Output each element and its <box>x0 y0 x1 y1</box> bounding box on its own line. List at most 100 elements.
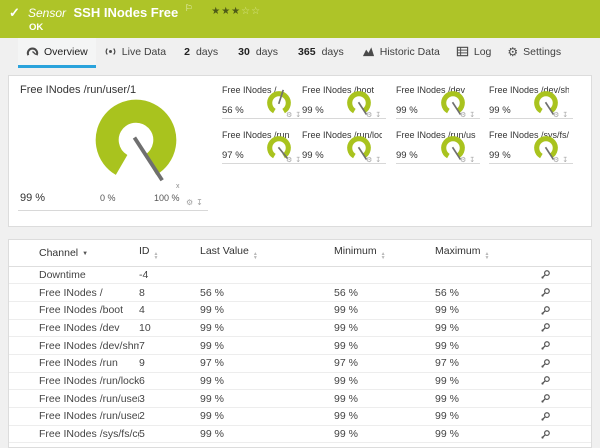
gauge-settings-icon[interactable]: ⚙ <box>460 157 466 164</box>
channel-row[interactable]: Free INodes /dev 10 99 % 99 % 99 % <box>9 319 591 337</box>
gauge-value: 56 % <box>222 105 244 116</box>
tab-number: 2 <box>184 46 190 58</box>
primary-gauge-tile[interactable]: Free INodes /run/user/1 99 % 0 % 100 % x… <box>18 83 208 218</box>
gauge-pin-icon[interactable]: ↧ <box>562 112 568 119</box>
small-gauge-tile[interactable]: Free INodes /run 97 % ⚙ ↧ <box>222 130 308 172</box>
channel-settings-wrench-icon[interactable] <box>540 322 551 333</box>
priority-star[interactable]: ☆ <box>241 6 251 17</box>
channel-settings-wrench-icon[interactable] <box>540 358 551 369</box>
cell-id: 3 <box>139 390 200 408</box>
channel-settings-wrench-icon[interactable] <box>540 269 551 280</box>
channel-settings-wrench-icon[interactable] <box>540 287 551 298</box>
tab-log[interactable]: Log <box>448 38 500 68</box>
settings-icon: ⚙ <box>507 46 518 58</box>
gauge-pin-icon[interactable]: ↧ <box>295 112 301 119</box>
channel-settings-wrench-icon[interactable] <box>540 305 551 316</box>
gauge-settings-icon[interactable]: ⚙ <box>186 199 193 207</box>
gauge-settings-icon[interactable]: ⚙ <box>366 112 372 119</box>
gauge-pin-icon[interactable]: ↧ <box>469 157 475 164</box>
column-header-channel[interactable]: Channel▼ <box>9 240 139 266</box>
gauge-settings-icon[interactable]: ⚙ <box>286 112 292 119</box>
small-gauge-tile[interactable]: Free INodes / 56 % ⚙ ↧ <box>222 85 308 127</box>
column-header-last-value[interactable]: Last Value▲▼ <box>200 240 334 266</box>
channel-settings-wrench-icon[interactable] <box>540 375 551 386</box>
cell-maximum: 99 % <box>435 390 532 408</box>
priority-star[interactable]: ★ <box>221 6 231 17</box>
channel-row[interactable]: Free INodes /run 9 97 % 97 % 97 % <box>9 354 591 372</box>
channel-row[interactable]: Free INodes /sys/fs/cgr... 5 99 % 99 % 9… <box>9 425 591 443</box>
cell-channel: Free INodes / <box>9 284 139 302</box>
channel-settings-wrench-icon[interactable] <box>540 429 551 440</box>
gauge-pin-icon[interactable]: ↧ <box>375 112 381 119</box>
sensor-kind-label: Sensor <box>28 6 66 20</box>
tab-label: days <box>322 46 344 58</box>
column-label: Maximum <box>435 245 481 257</box>
gauge-pin-icon[interactable]: ↧ <box>562 157 568 164</box>
gauge-settings-icon[interactable]: ⚙ <box>460 112 466 119</box>
channel-settings-wrench-icon[interactable] <box>540 411 551 422</box>
priority-star[interactable]: ★ <box>231 6 241 17</box>
cell-actions <box>532 319 591 337</box>
cell-minimum: 99 % <box>334 301 435 319</box>
gauge-pin-icon[interactable]: ↧ <box>295 157 301 164</box>
small-gauge-tile[interactable]: Free INodes /dev/shm 99 % ⚙ ↧ <box>489 85 575 127</box>
gauge-pin-icon[interactable]: ↧ <box>469 112 475 119</box>
channel-row[interactable]: Free INodes /dev/shm 7 99 % 99 % 99 % <box>9 337 591 355</box>
channel-row[interactable]: Free INodes /run/user/1 2 99 % 99 % 99 % <box>9 408 591 426</box>
overview-gauge-icon <box>26 45 39 58</box>
cell-actions <box>532 425 591 443</box>
tab-365-days[interactable]: 365 days <box>288 38 354 68</box>
column-header-minimum[interactable]: Minimum▲▼ <box>334 240 435 266</box>
cell-channel: Free INodes /run <box>9 354 139 372</box>
cell-channel: Free INodes /run/user/1 <box>9 390 139 408</box>
priority-stars[interactable]: ★★★☆☆ <box>211 6 261 17</box>
cell-id: 7 <box>139 337 200 355</box>
tab-label: Log <box>474 46 492 58</box>
small-gauge-tile[interactable]: Free INodes /run/user/ 99 % ⚙ ↧ <box>396 130 482 172</box>
priority-star[interactable]: ☆ <box>251 6 261 17</box>
cell-minimum: 99 % <box>334 372 435 390</box>
gauge-settings-icon[interactable]: ⚙ <box>553 157 559 164</box>
gauge-pin-icon[interactable]: ↧ <box>196 199 203 207</box>
cell-id: 9 <box>139 354 200 372</box>
tab-number: 30 <box>238 46 250 58</box>
tab-2-days[interactable]: 2 days <box>174 38 228 68</box>
gauge-settings-icon[interactable]: ⚙ <box>553 112 559 119</box>
channel-row[interactable]: Downtime -4 <box>9 266 591 284</box>
cell-minimum: 99 % <box>334 408 435 426</box>
channel-settings-wrench-icon[interactable] <box>540 340 551 351</box>
small-gauge-tile[interactable]: Free INodes /dev 99 % ⚙ ↧ <box>396 85 482 127</box>
cell-id: -4 <box>139 266 200 284</box>
column-label: Last Value <box>200 245 249 257</box>
channel-row[interactable]: Free INodes / 8 56 % 56 % 56 % <box>9 284 591 302</box>
small-gauge-tile[interactable]: Free INodes /boot 99 % ⚙ ↧ <box>302 85 388 127</box>
small-gauge-tile[interactable]: Free INodes /sys/fs/cg 99 % ⚙ ↧ <box>489 130 575 172</box>
cell-last-value: 99 % <box>200 408 334 426</box>
channel-row[interactable]: Free INodes /run/user/1 3 99 % 99 % 99 % <box>9 390 591 408</box>
gauge-scale-min: 0 % <box>100 193 116 203</box>
tab-live-data[interactable]: Live Data <box>96 38 174 68</box>
cell-last-value: 99 % <box>200 301 334 319</box>
cell-channel: Downtime <box>9 266 139 284</box>
priority-star[interactable]: ★ <box>211 6 221 17</box>
channel-row[interactable]: Free INodes /boot 4 99 % 99 % 99 % <box>9 301 591 319</box>
small-gauge-tile[interactable]: Free INodes /run/lock 99 % ⚙ ↧ <box>302 130 388 172</box>
cell-actions <box>532 266 591 284</box>
table-header-row: Channel▼ID▲▼Last Value▲▼Minimum▲▼Maximum… <box>9 240 591 266</box>
column-header-id[interactable]: ID▲▼ <box>139 240 200 266</box>
channel-row[interactable]: Free INodes /run/lock 6 99 % 99 % 99 % <box>9 372 591 390</box>
column-header-maximum[interactable]: Maximum▲▼ <box>435 240 532 266</box>
tab-30-days[interactable]: 30 days <box>228 38 288 68</box>
gauge-settings-icon[interactable]: ⚙ <box>286 157 292 164</box>
cell-last-value: 56 % <box>200 284 334 302</box>
cell-minimum: 99 % <box>334 390 435 408</box>
tab-settings[interactable]: ⚙ Settings <box>499 38 569 68</box>
tab-historic-data[interactable]: Historic Data <box>354 38 448 68</box>
channel-settings-wrench-icon[interactable] <box>540 393 551 404</box>
column-label: Channel <box>39 247 78 259</box>
sort-toggle-icon: ▲▼ <box>154 252 159 260</box>
gauge-pin-icon[interactable]: ↧ <box>375 157 381 164</box>
gauge-settings-icon[interactable]: ⚙ <box>366 157 372 164</box>
tab-overview[interactable]: Overview <box>18 38 96 68</box>
cell-id: 4 <box>139 301 200 319</box>
